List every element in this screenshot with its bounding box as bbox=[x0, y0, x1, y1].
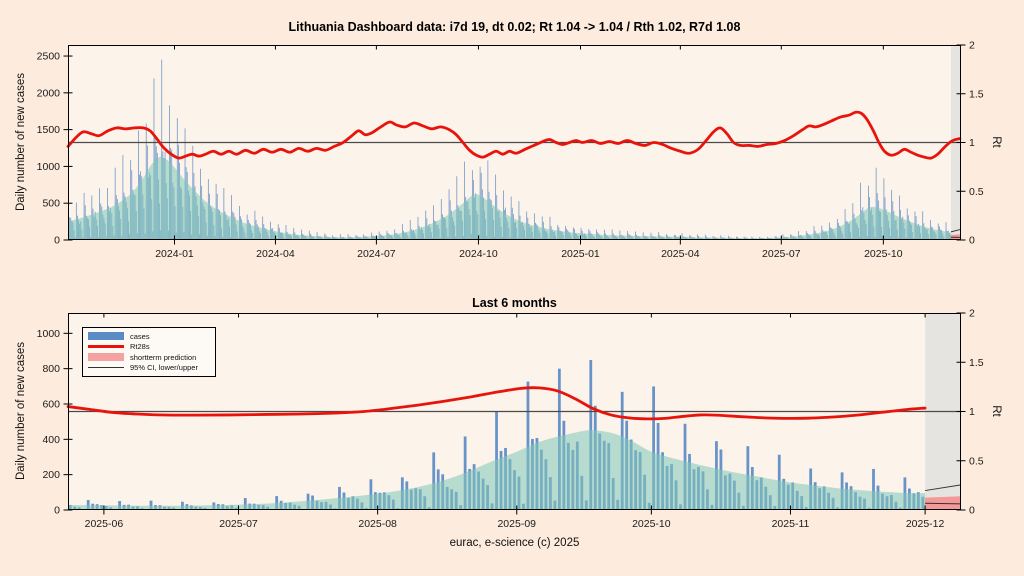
xlabel-credit: eurac, e-science (c) 2025 bbox=[449, 537, 580, 549]
cases-swatch-icon bbox=[88, 332, 124, 341]
svg-text:2025-07: 2025-07 bbox=[762, 248, 801, 260]
svg-text:2024-07: 2024-07 bbox=[357, 248, 396, 260]
svg-text:1500: 1500 bbox=[37, 124, 61, 136]
svg-text:2500: 2500 bbox=[37, 51, 61, 63]
svg-text:1.5: 1.5 bbox=[969, 357, 984, 369]
legend-item-ci: 95% CI, lower/upper bbox=[88, 363, 210, 374]
legend: cases Rt28s shortterm prediction 95% CI,… bbox=[82, 327, 216, 377]
svg-text:0.5: 0.5 bbox=[969, 455, 984, 467]
svg-text:0: 0 bbox=[54, 505, 60, 517]
rt-line-swatch-icon bbox=[88, 345, 124, 349]
svg-text:2024-10: 2024-10 bbox=[459, 248, 498, 260]
svg-text:800: 800 bbox=[42, 363, 60, 375]
svg-text:2025-12: 2025-12 bbox=[906, 518, 945, 530]
ci-line-swatch-icon bbox=[88, 367, 124, 369]
svg-text:2025-10: 2025-10 bbox=[864, 248, 903, 260]
top-chart-title: Lithuania Dashboard data: i7d 19, dt 0.0… bbox=[288, 20, 741, 34]
bottom-chart-title: Last 6 months bbox=[472, 296, 557, 310]
svg-text:0: 0 bbox=[54, 235, 60, 247]
svg-text:0: 0 bbox=[969, 235, 975, 247]
svg-text:2: 2 bbox=[969, 308, 975, 320]
svg-text:2000: 2000 bbox=[37, 87, 61, 99]
svg-text:500: 500 bbox=[42, 198, 60, 210]
svg-text:2025-07: 2025-07 bbox=[219, 518, 258, 530]
svg-text:2025-11: 2025-11 bbox=[772, 518, 810, 530]
svg-text:2024-01: 2024-01 bbox=[155, 248, 194, 260]
svg-text:2025-09: 2025-09 bbox=[497, 518, 536, 530]
svg-text:1.5: 1.5 bbox=[969, 88, 984, 100]
legend-item-rt28s: Rt28s bbox=[88, 342, 210, 353]
svg-text:2025-01: 2025-01 bbox=[561, 248, 600, 260]
svg-text:1000: 1000 bbox=[37, 161, 61, 173]
top-chart-canvas: 2024-01 2024-04 2024-07 2024-10 2025-01 2025-… bbox=[37, 40, 984, 261]
epidemic-dashboard-figure: Lithuania Dashboard data: i7d 19, dt 0.0… bbox=[0, 0, 1024, 576]
bottom-left-axis-label: Daily number of new cases bbox=[15, 341, 27, 481]
legend-item-cases: cases bbox=[88, 331, 210, 342]
svg-text:600: 600 bbox=[42, 398, 60, 410]
svg-text:1: 1 bbox=[969, 406, 975, 418]
svg-text:0: 0 bbox=[969, 505, 975, 517]
top-right-axis-label: Rt bbox=[990, 136, 1002, 148]
svg-text:2: 2 bbox=[969, 40, 975, 52]
svg-text:2025-10: 2025-10 bbox=[632, 518, 671, 530]
svg-text:1: 1 bbox=[969, 137, 975, 149]
svg-text:2025-08: 2025-08 bbox=[358, 518, 397, 530]
legend-item-prediction: shortterm prediction bbox=[88, 352, 210, 363]
svg-text:1000: 1000 bbox=[37, 328, 61, 340]
svg-text:200: 200 bbox=[42, 469, 60, 481]
svg-text:2024-04: 2024-04 bbox=[256, 248, 295, 260]
prediction-swatch-icon bbox=[88, 353, 124, 362]
svg-text:2025-06: 2025-06 bbox=[85, 518, 124, 530]
svg-text:0.5: 0.5 bbox=[969, 186, 984, 198]
svg-text:2025-04: 2025-04 bbox=[661, 248, 700, 260]
bottom-right-axis-label: Rt bbox=[990, 405, 1002, 417]
svg-text:400: 400 bbox=[42, 434, 60, 446]
top-left-axis-label: Daily number of new cases bbox=[15, 72, 27, 212]
